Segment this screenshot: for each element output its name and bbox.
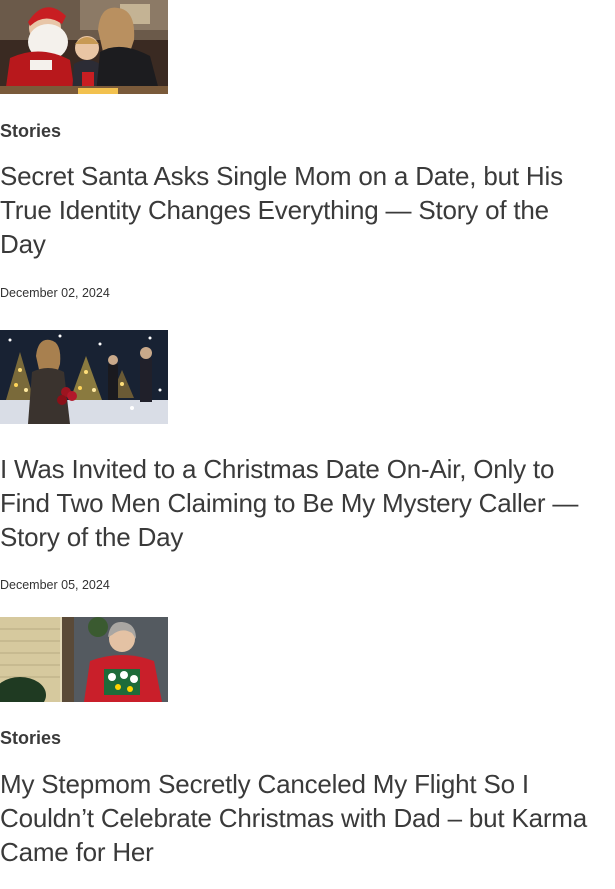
article-thumbnail[interactable] [0,0,168,94]
article-title-link[interactable]: I Was Invited to a Christmas Date On-Air… [0,452,590,554]
article-date: December 02, 2024 [0,286,110,300]
article-date: December 05, 2024 [0,578,110,592]
article-title[interactable]: I Was Invited to a Christmas Date On-Air… [0,452,590,554]
article-title[interactable]: Secret Santa Asks Single Mom on a Date, … [0,159,590,261]
article-card: Stories My Stepmom Secretly Canceled My … [0,617,590,869]
article-card: I Was Invited to a Christmas Date On-Air… [0,330,590,593]
article-title[interactable]: My Stepmom Secretly Canceled My Flight S… [0,767,590,869]
article-category[interactable]: Stories [0,727,590,749]
article-title-link[interactable]: Secret Santa Asks Single Mom on a Date, … [0,159,590,261]
article-category[interactable]: Stories [0,120,590,142]
article-title-link[interactable]: My Stepmom Secretly Canceled My Flight S… [0,767,590,869]
article-card: Stories Secret Santa Asks Single Mom on … [0,0,590,301]
article-thumbnail[interactable] [0,330,168,424]
article-thumbnail[interactable] [0,617,168,702]
